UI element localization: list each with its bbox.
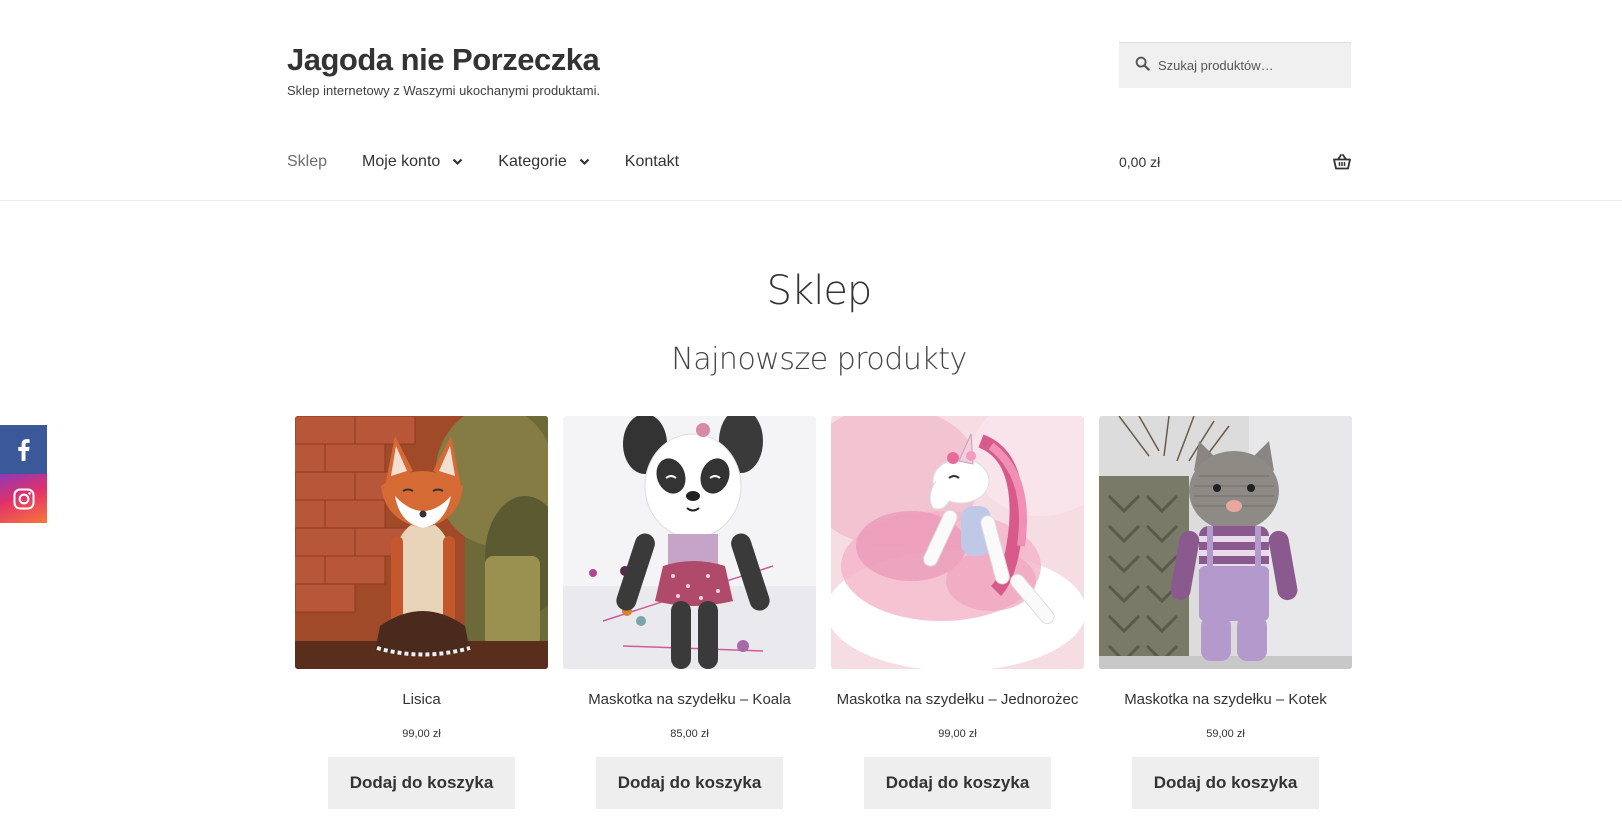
product-card: Lisica 99,00 zł Dodaj do koszyka: [295, 416, 548, 809]
product-card: Maskotka na szydełku – Jednorożec 99,00 …: [831, 416, 1084, 809]
product-card: Maskotka na szydełku – Kotek 59,00 zł Do…: [1099, 416, 1352, 809]
facebook-icon: [17, 438, 30, 461]
site-header: Jagoda nie Porzeczka Sklep internetowy z…: [0, 0, 1622, 201]
chevron-down-icon: [579, 158, 590, 166]
section-title: Najnowsze produkty: [671, 342, 967, 377]
social-sidebar: [0, 425, 47, 523]
site-description: Sklep internetowy z Waszymi ukochanymi p…: [287, 83, 601, 98]
add-to-cart-button[interactable]: Dodaj do koszyka: [596, 757, 783, 809]
search-icon: [1135, 56, 1150, 76]
add-to-cart-button[interactable]: Dodaj do koszyka: [864, 757, 1051, 809]
product-image-unicorn[interactable]: [831, 416, 1084, 669]
product-price: 99,00 zł: [938, 728, 977, 740]
product-price: 99,00 zł: [402, 728, 441, 740]
nav-item-label: Kontakt: [624, 153, 680, 170]
page-title: Sklep: [766, 268, 873, 314]
product-grid: Lisica 99,00 zł Dodaj do koszyka Maskotk…: [295, 416, 1352, 809]
nav-item-label: Moje konto: [362, 153, 441, 170]
nav-item-label: Kategorie: [498, 153, 567, 170]
nav-item-kategorie[interactable]: Kategorie: [498, 153, 590, 171]
product-name[interactable]: Maskotka na szydełku – Koala: [563, 691, 816, 711]
product-name[interactable]: Maskotka na szydełku – Kotek: [1099, 691, 1352, 711]
product-name[interactable]: Maskotka na szydełku – Jednorożec: [831, 691, 1084, 711]
cart-total: 0,00 zł: [1119, 154, 1161, 170]
nav-item-sklep[interactable]: Sklep: [287, 153, 327, 171]
facebook-button[interactable]: [0, 425, 47, 474]
cart-link[interactable]: 0,00 zł: [1119, 150, 1351, 174]
nav-item-label: Sklep: [287, 153, 328, 170]
product-image-fox[interactable]: [295, 416, 548, 669]
product-image-cat[interactable]: [1099, 416, 1352, 669]
basket-icon: [1333, 154, 1351, 170]
add-to-cart-button[interactable]: Dodaj do koszyka: [1132, 757, 1319, 809]
nav-item-kontakt[interactable]: Kontakt: [625, 153, 679, 171]
main-navigation: Sklep Moje konto Kategorie Kontakt: [287, 150, 714, 174]
product-price: 59,00 zł: [1206, 728, 1245, 740]
product-image-koala[interactable]: [563, 416, 816, 669]
chevron-down-icon: [453, 158, 463, 166]
nav-item-moje-konto[interactable]: Moje konto: [362, 153, 463, 171]
add-to-cart-button[interactable]: Dodaj do koszyka: [328, 757, 515, 809]
instagram-icon: [13, 488, 34, 509]
search-box: [1119, 42, 1351, 88]
product-price: 85,00 zł: [670, 728, 709, 740]
site-title[interactable]: Jagoda nie Porzeczka: [287, 42, 600, 78]
instagram-button[interactable]: [0, 474, 47, 523]
search-input[interactable]: [1158, 58, 1348, 73]
product-card: Maskotka na szydełku – Koala 85,00 zł Do…: [563, 416, 816, 809]
product-name[interactable]: Lisica: [295, 691, 548, 711]
